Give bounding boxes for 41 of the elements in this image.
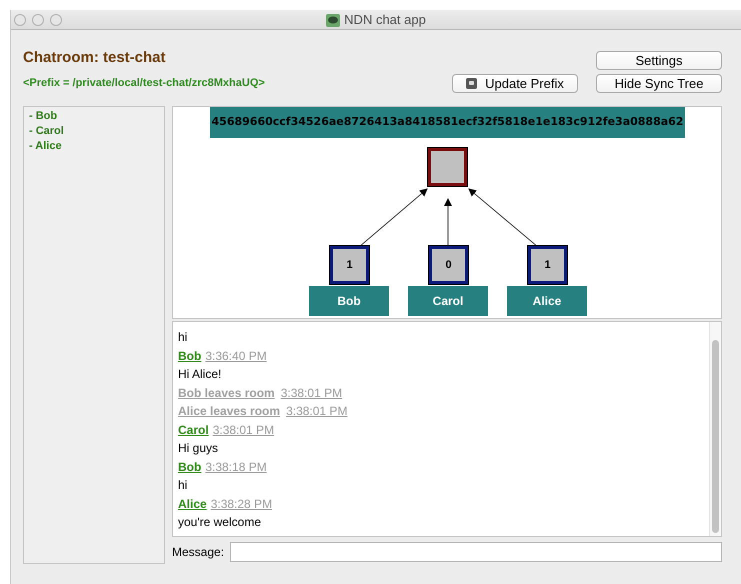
roster-item[interactable]: - Bob: [29, 109, 164, 124]
settings-button[interactable]: Settings: [596, 51, 722, 70]
node-label: Bob: [309, 286, 389, 316]
window-control-icon[interactable]: [50, 14, 62, 26]
message-time[interactable]: 3:38:18 PM: [205, 458, 267, 476]
message-label: Message:: [172, 544, 224, 561]
update-prefix-button[interactable]: Update Prefix: [452, 74, 578, 93]
message-time[interactable]: 3:38:28 PM: [210, 494, 272, 513]
message-text: hi: [178, 329, 188, 346]
sender-name[interactable]: Bob: [178, 458, 202, 476]
roster-item[interactable]: - Carol: [29, 124, 164, 139]
message-time[interactable]: 3:38:01 PM: [212, 420, 274, 439]
message-time[interactable]: 3:36:40 PM: [205, 346, 267, 365]
tree-node: 1: [330, 246, 369, 284]
message-time[interactable]: 3:38:01 PM: [286, 402, 348, 420]
message-text: you're welcome: [178, 514, 262, 531]
message-text: Hi guys: [178, 440, 220, 457]
window-control-icon[interactable]: [32, 14, 44, 26]
leave-notice[interactable]: Bob leaves room: [178, 384, 275, 402]
leave-notice[interactable]: Alice leaves room: [178, 402, 280, 420]
chat-bubble-icon: [326, 14, 340, 26]
app-icon: [466, 78, 478, 89]
chatroom-title: Chatroom: test-chat: [23, 48, 167, 68]
roster-item[interactable]: - Alice: [29, 139, 164, 154]
window-title: NDN chat app: [344, 11, 426, 30]
window-control-icon[interactable]: [14, 14, 26, 26]
message-text: Hi Alice!: [178, 366, 222, 383]
message-input[interactable]: [230, 542, 722, 562]
root-digest-bar: 45689660ccf34526ae8726413a8418581ecf32f5818e1e183c912fe3a0888a62: [210, 107, 685, 138]
node-label: Carol: [408, 286, 488, 316]
sender-name[interactable]: Alice: [178, 494, 207, 513]
hide-sync-tree-button[interactable]: Hide Sync Tree: [596, 74, 722, 93]
root-node: [428, 148, 467, 186]
sender-name[interactable]: Carol: [178, 420, 209, 439]
message-time[interactable]: 3:38:01 PM: [280, 384, 342, 402]
prefix-label: <Prefix = /private/local/test-chat/zrc8MxhaUQ>: [23, 76, 266, 90]
tree-node: 0: [429, 246, 468, 284]
tree-node: 1: [528, 246, 567, 284]
node-label: Alice: [507, 286, 587, 316]
message-text: hi: [178, 477, 188, 494]
sender-name[interactable]: Bob: [178, 346, 202, 365]
